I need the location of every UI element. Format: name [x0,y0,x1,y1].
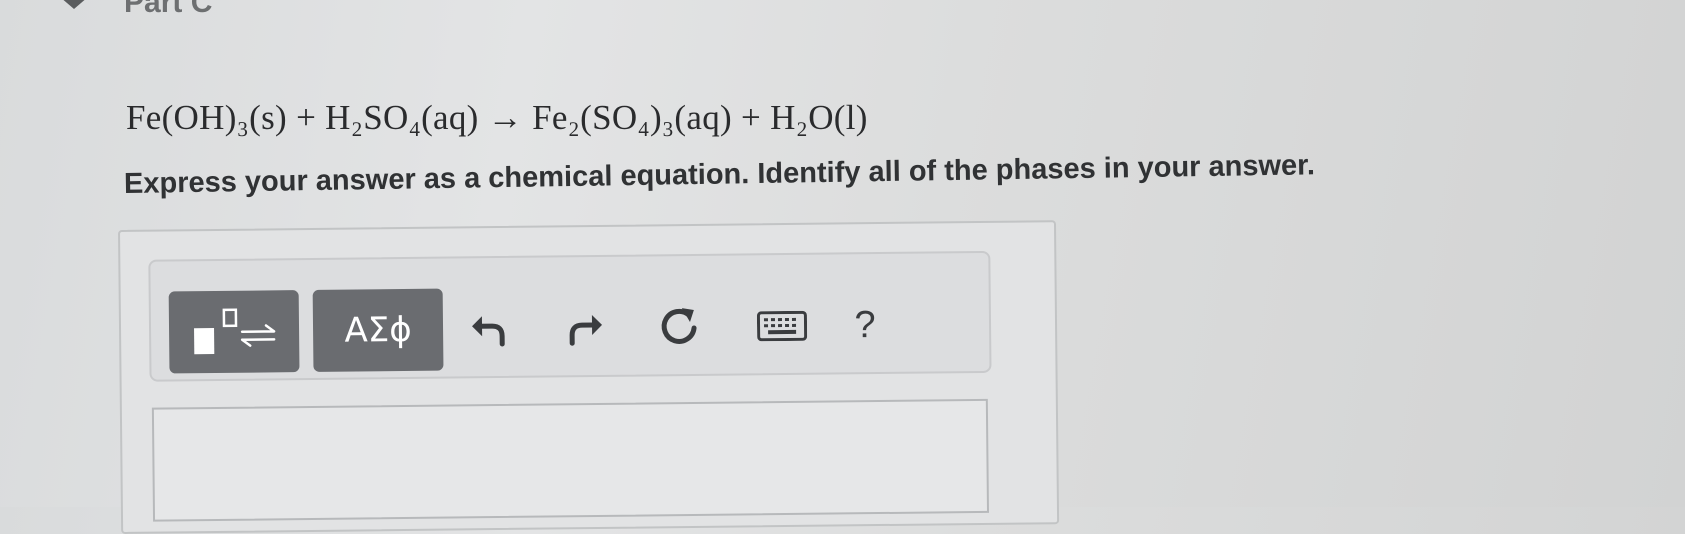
redo-icon [569,315,603,346]
instruction-text: Express your answer as a chemical equati… [123,149,1316,200]
keyboard-icon [756,310,808,342]
reaction-arrow: → [487,98,524,137]
chemical-equation: Fe(OH)₃(s) + H₂SO₄(aq) → Fe₂(SO₄)₃(aq) +… [126,98,868,138]
templates-icon [194,308,276,355]
answer-panel: ΑΣϕ ? [118,220,1060,534]
part-header[interactable]: Part C [60,0,212,20]
collapse-caret-icon[interactable] [60,0,88,9]
plus-sign: + [296,98,317,137]
product-2: H₂O(l) [770,98,868,137]
reactant-2: H₂SO₄(aq) [325,98,479,137]
reactant-1: Fe(OH)₃(s) [126,98,287,137]
keyboard-button[interactable] [745,285,820,368]
answer-input[interactable] [151,398,990,522]
reset-button[interactable] [649,286,710,369]
part-label: Part C [124,0,213,19]
reset-icon [661,308,697,344]
templates-button[interactable] [168,290,300,374]
redo-button[interactable] [555,287,616,370]
help-button[interactable]: ? [835,284,896,367]
greek-letters-button[interactable]: ΑΣϕ [312,288,444,372]
undo-icon [472,316,505,347]
undo-button[interactable] [459,288,520,371]
plus-sign: + [741,98,762,137]
product-1: Fe₂(SO₄)₃(aq) [532,98,732,137]
math-toolbar: ΑΣϕ ? [148,250,992,382]
